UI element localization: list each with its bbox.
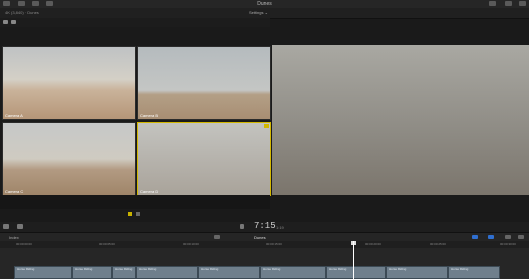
share-icon[interactable] — [505, 1, 512, 6]
layout-icon[interactable] — [489, 1, 496, 6]
angle-label: Camera A — [5, 113, 23, 118]
main-viewer[interactable] — [272, 45, 529, 195]
timeline-ruler[interactable]: 00:00:00:00 00:00:05:00 00:00:10:00 00:0… — [0, 241, 529, 248]
switch-audio-icon[interactable] — [136, 212, 140, 216]
timeline-clip[interactable]: Horse Riding — [136, 266, 198, 279]
timecode-sub: 1:19 — [276, 225, 284, 230]
clip-name: Horse Riding — [451, 267, 469, 271]
timeline-clip[interactable]: Horse Riding — [198, 266, 260, 279]
angle-camera-a[interactable]: Camera A — [2, 46, 136, 120]
timeline-clip[interactable]: Horse Riding — [448, 266, 500, 279]
angle-controls — [0, 195, 270, 216]
clip-name: Horse Riding — [389, 267, 407, 271]
angle-camera-c[interactable]: Camera C — [2, 122, 136, 196]
zoom-icon[interactable] — [17, 224, 23, 229]
ruler-tick: 00:00:10:00 — [183, 242, 199, 246]
switch-video-icon[interactable] — [128, 212, 132, 216]
angle-label: Camera C — [5, 189, 24, 194]
ruler-tick: 00:00:30:00 — [500, 242, 516, 246]
angle-label: Camera D — [140, 189, 159, 194]
timeline-clip[interactable]: Horse Riding — [386, 266, 448, 279]
snapping-icon[interactable] — [472, 235, 478, 239]
timeline-clip[interactable]: Horse Riding — [260, 266, 326, 279]
active-angle-icon — [264, 124, 269, 128]
play-icon[interactable] — [240, 224, 244, 229]
ruler-tick: 00:00:20:00 — [365, 242, 381, 246]
clip-appearance-icon[interactable] — [505, 235, 511, 239]
settings-button[interactable]: Settings ⌄ — [249, 10, 268, 16]
angle-camera-b[interactable]: Camera B — [137, 46, 271, 120]
top-toolbar: Dunes — [0, 0, 529, 8]
ruler-tick: 00:00:25:00 — [430, 242, 446, 246]
window-title: Dunes — [257, 1, 272, 7]
clip-name: Horse Riding — [139, 267, 157, 271]
skimming-icon[interactable] — [488, 235, 494, 239]
audio-icon[interactable] — [11, 20, 16, 24]
clip-name: Horse Riding — [201, 267, 219, 271]
tool-icon[interactable] — [3, 224, 9, 229]
ruler-tick: 00:00:00:00 — [16, 242, 32, 246]
angle-label: Camera B — [140, 113, 159, 118]
effects-icon[interactable] — [518, 235, 524, 239]
timeline-clip[interactable]: Horse Riding — [326, 266, 386, 279]
angle-camera-d[interactable]: Camera D — [137, 122, 271, 196]
timecode-display: 7:15 — [254, 221, 276, 231]
ruler-tick: 00:00:05:00 — [99, 242, 115, 246]
timeline-clip[interactable]: Horse Riding — [72, 266, 112, 279]
timeline-clip[interactable]: Horse Riding — [112, 266, 136, 279]
video-icon[interactable] — [3, 20, 8, 24]
timeline-toolbar: 7:15 1:19 — [0, 221, 529, 232]
angle-viewer-bar — [0, 18, 270, 27]
clip-name: Horse Riding — [17, 267, 35, 271]
clip-name: Horse Riding — [115, 267, 133, 271]
clip-name: Horse Riding — [329, 267, 347, 271]
playhead[interactable] — [353, 241, 354, 279]
inspector-icon[interactable] — [519, 1, 526, 6]
format-label: 4K (3,840) · Dunes — [5, 10, 39, 15]
clip-name: Horse Riding — [75, 267, 93, 271]
ruler-tick: 00:00:15:00 — [266, 242, 282, 246]
back-icon[interactable] — [214, 235, 220, 239]
clip-name: Horse Riding — [263, 267, 281, 271]
timeline-clip[interactable]: Horse Riding — [14, 266, 72, 279]
